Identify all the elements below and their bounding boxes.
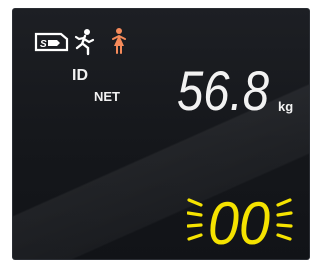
running-person-icon xyxy=(73,28,97,56)
weight-value: 56.8 xyxy=(177,64,269,114)
sd-card-icon: S xyxy=(33,32,69,52)
id-label: ID xyxy=(72,67,88,84)
weight-readout: 56.8 xyxy=(177,59,272,122)
net-label: NET xyxy=(94,89,120,104)
right-blink-rays-icon xyxy=(274,196,294,246)
weight-value-display: 56.8 xyxy=(177,59,269,122)
lcd-screen: S ID NET 56.8 kg 00 xyxy=(12,8,310,260)
code-value: 00 xyxy=(208,194,270,248)
standing-person-icon xyxy=(110,27,128,55)
code-readout: 00 xyxy=(208,190,272,257)
code-value-display: 00 xyxy=(208,190,270,257)
left-blink-rays-icon xyxy=(187,196,207,246)
svg-text:S: S xyxy=(40,39,47,50)
weight-unit: kg xyxy=(278,99,294,114)
